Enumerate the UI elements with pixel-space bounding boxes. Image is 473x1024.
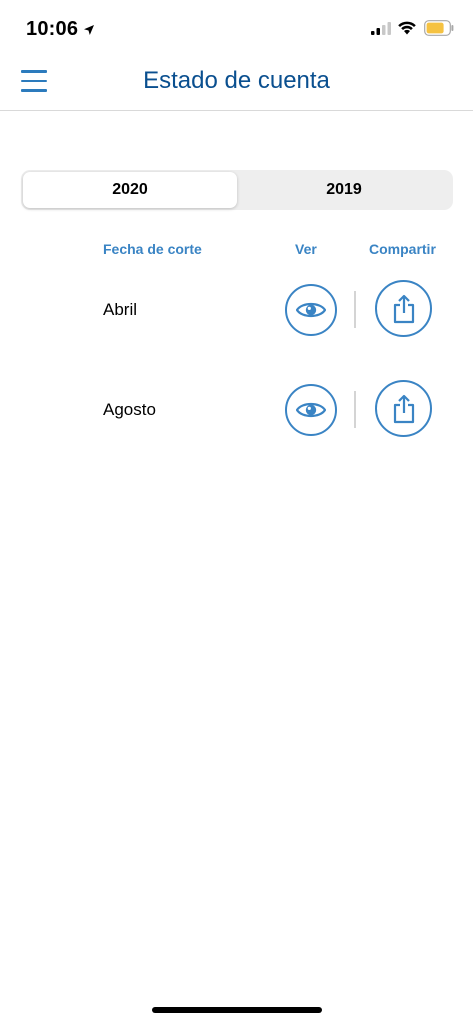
statement-row: Agosto bbox=[0, 380, 473, 440]
home-indicator[interactable] bbox=[152, 1007, 322, 1013]
share-icon bbox=[393, 394, 414, 423]
view-statement-button[interactable] bbox=[285, 284, 337, 336]
share-statement-button[interactable] bbox=[375, 380, 432, 437]
eye-icon bbox=[296, 302, 326, 318]
header-compartir: Compartir bbox=[369, 241, 436, 257]
view-statement-button[interactable] bbox=[285, 384, 337, 436]
eye-icon bbox=[296, 402, 326, 418]
status-time: 10:06 bbox=[26, 18, 79, 40]
nav-bar: Estado de cuenta bbox=[0, 58, 473, 111]
page-title: Estado de cuenta bbox=[143, 67, 330, 94]
row-divider bbox=[354, 291, 356, 328]
header-fecha-de-corte: Fecha de corte bbox=[103, 241, 202, 257]
statement-row: Abril bbox=[0, 280, 473, 340]
share-icon bbox=[393, 294, 414, 323]
header-ver: Ver bbox=[295, 241, 317, 257]
status-bar: 10:06 bbox=[0, 0, 473, 58]
year-segmented-control: 2020 2019 bbox=[21, 170, 453, 210]
cellular-signal-icon bbox=[371, 22, 391, 35]
year-option-2020[interactable]: 2020 bbox=[23, 172, 237, 208]
wifi-icon bbox=[398, 21, 416, 35]
location-arrow-icon bbox=[84, 24, 95, 35]
statement-month-label: Abril bbox=[103, 300, 138, 319]
battery-icon bbox=[424, 20, 454, 36]
statement-month-label: Agosto bbox=[103, 400, 156, 419]
status-time-row: 10:06 bbox=[26, 18, 95, 41]
year-option-2019[interactable]: 2019 bbox=[237, 172, 451, 208]
row-divider bbox=[354, 391, 356, 428]
share-statement-button[interactable] bbox=[375, 280, 432, 337]
